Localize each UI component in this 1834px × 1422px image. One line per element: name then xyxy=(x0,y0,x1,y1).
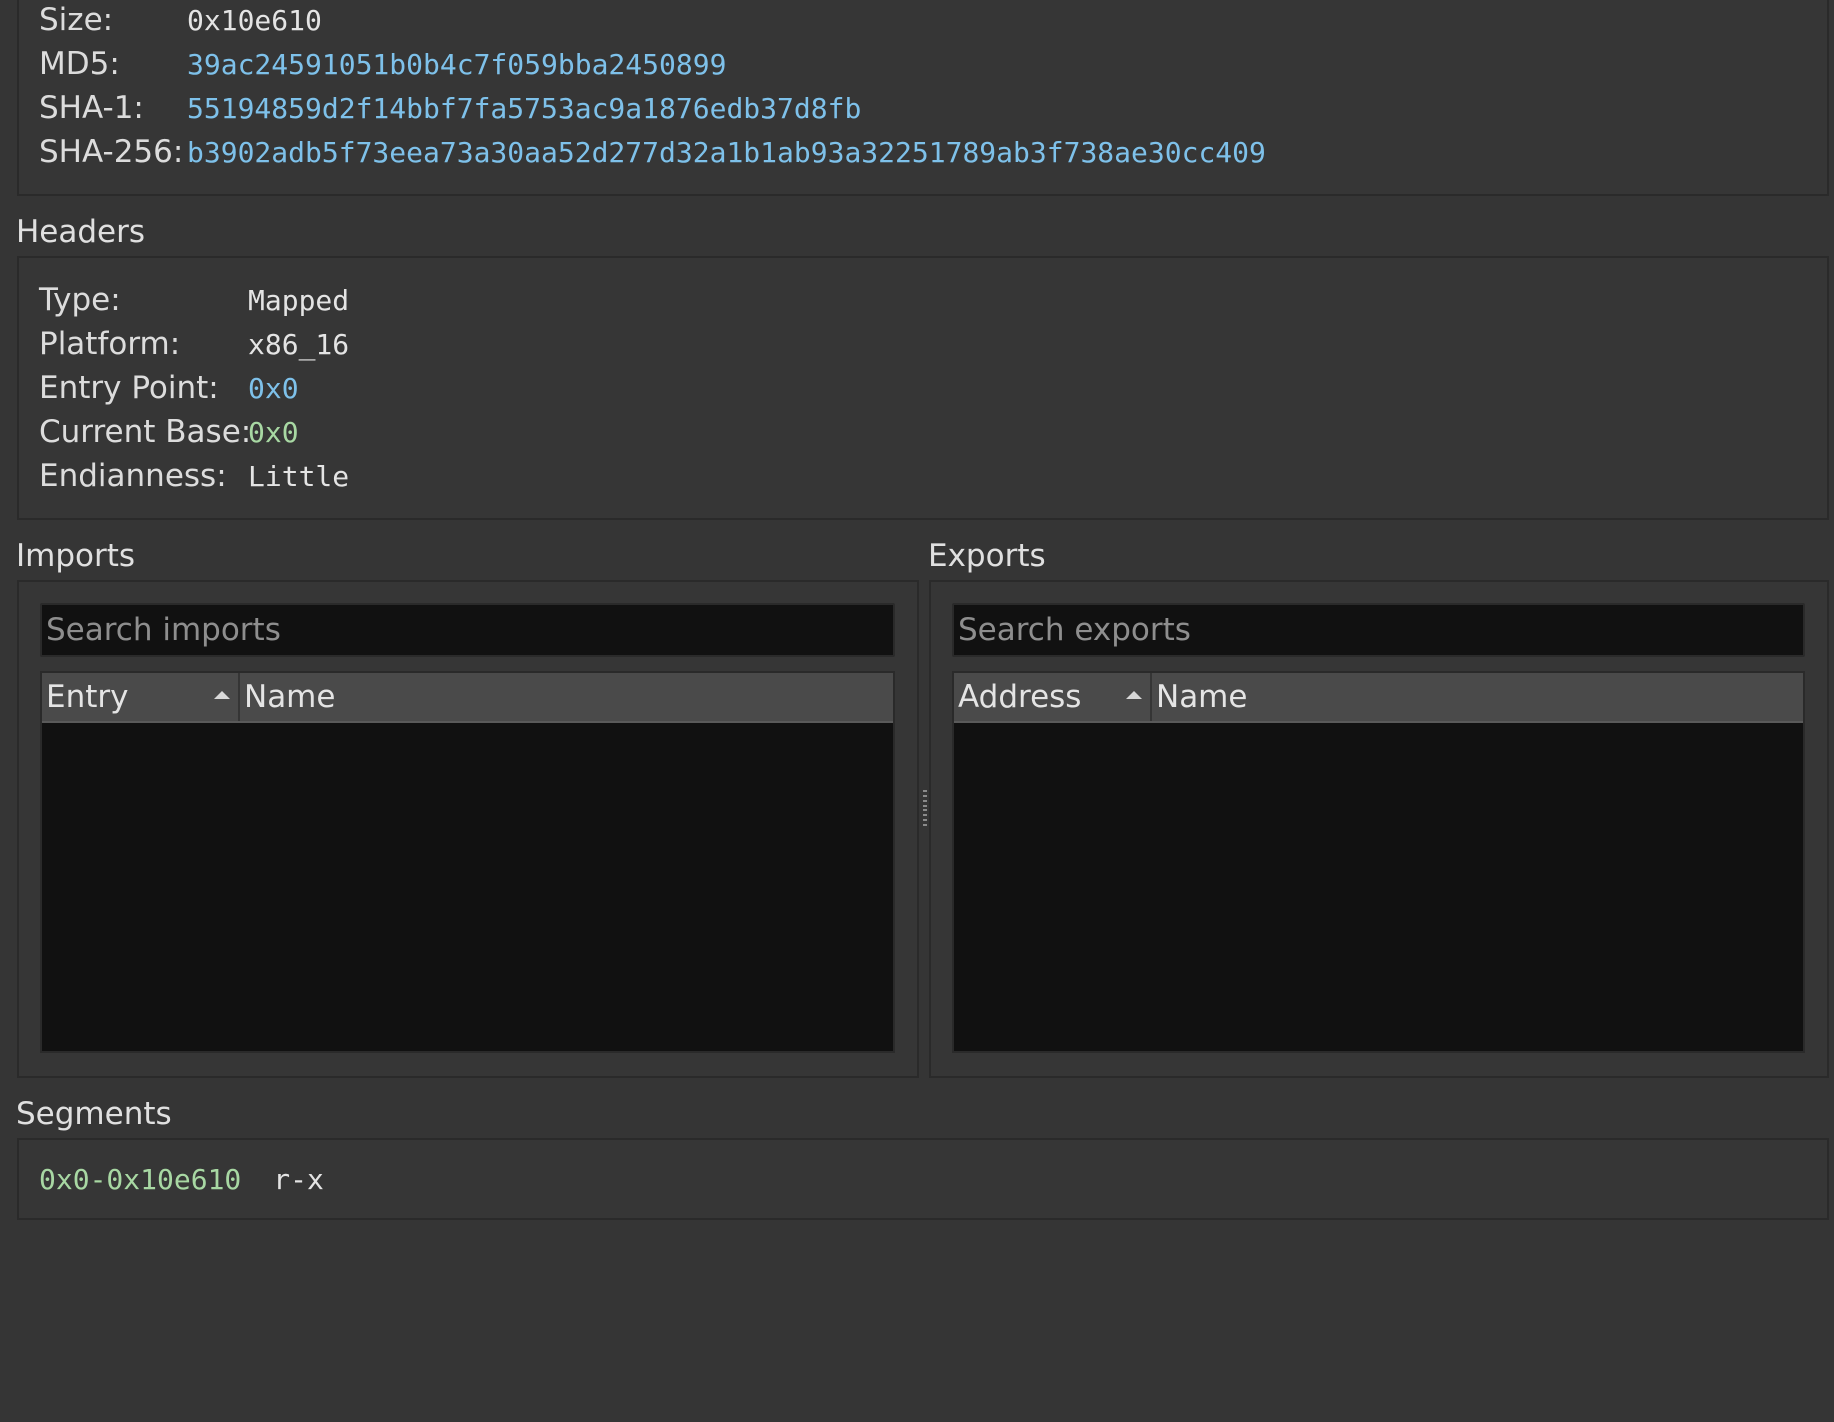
size-row: Size: 0x10e610 xyxy=(39,0,322,40)
size-label: Size: xyxy=(39,2,114,38)
imports-name-column-header[interactable]: Name xyxy=(240,673,893,721)
entry-point-label: Entry Point: xyxy=(39,370,219,406)
headers-title: Headers xyxy=(16,214,146,250)
imports-title: Imports xyxy=(16,538,136,574)
segment-range[interactable]: 0x0-0x10e610 xyxy=(39,1163,241,1196)
exports-name-column-header[interactable]: Name xyxy=(1152,673,1803,721)
sha1-value[interactable]: 55194859d2f14bbf7fa5753ac9a1876edb37d8fb xyxy=(187,92,861,125)
exports-title: Exports xyxy=(928,538,1046,574)
entry-column-header[interactable]: Entry xyxy=(42,673,240,721)
type-label: Type: xyxy=(39,282,121,318)
entry-point-value[interactable]: 0x0 xyxy=(248,372,299,405)
type-row: Type: Mapped xyxy=(39,280,349,320)
sha1-row: SHA-1: 55194859d2f14bbf7fa5753ac9a1876ed… xyxy=(39,88,861,128)
sha1-label: SHA-1: xyxy=(39,90,144,126)
address-column-header[interactable]: Address xyxy=(954,673,1152,721)
platform-label: Platform: xyxy=(39,326,181,362)
entry-column-label: Entry xyxy=(46,679,129,715)
current-base-row: Current Base: 0x0 xyxy=(39,412,299,452)
type-value: Mapped xyxy=(248,283,350,317)
endianness-label: Endianness: xyxy=(39,458,227,494)
sort-ascending-icon xyxy=(1126,691,1142,699)
imports-table-header: Entry Name xyxy=(42,673,893,723)
address-column-label: Address xyxy=(958,679,1082,715)
endianness-row: Endianness: Little xyxy=(39,456,349,496)
current-base-value[interactable]: 0x0 xyxy=(248,416,299,449)
splitter-handle[interactable] xyxy=(922,790,928,826)
md5-label: MD5: xyxy=(39,46,120,82)
platform-row: Platform: x86_16 xyxy=(39,324,349,364)
size-value[interactable]: 0x10e610 xyxy=(187,4,322,37)
segments-title: Segments xyxy=(16,1096,172,1132)
sha256-value[interactable]: b3902adb5f73eea73a30aa52d277d32a1b1ab93a… xyxy=(187,136,1266,169)
platform-value: x86_16 xyxy=(248,327,350,361)
exports-table[interactable]: Address Name xyxy=(952,671,1805,1053)
exports-name-column-label: Name xyxy=(1156,679,1248,715)
current-base-label: Current Base: xyxy=(39,414,252,450)
md5-value[interactable]: 39ac24591051b0b4c7f059bba2450899 xyxy=(187,48,726,81)
segment-row: 0x0-0x10e610 r-x xyxy=(39,1158,324,1200)
endianness-value: Little xyxy=(248,459,350,493)
sha256-label: SHA-256: xyxy=(39,134,184,170)
md5-row: MD5: 39ac24591051b0b4c7f059bba2450899 xyxy=(39,44,726,84)
search-imports-input[interactable]: Search imports xyxy=(40,603,895,657)
imports-table[interactable]: Entry Name xyxy=(40,671,895,1053)
search-exports-input[interactable]: Search exports xyxy=(952,603,1805,657)
sha256-row: SHA-256: b3902adb5f73eea73a30aa52d277d32… xyxy=(39,132,1266,172)
segment-permissions: r-x xyxy=(273,1162,324,1196)
imports-name-column-label: Name xyxy=(244,679,336,715)
sort-ascending-icon xyxy=(214,691,230,699)
exports-table-header: Address Name xyxy=(954,673,1803,723)
entry-point-row: Entry Point: 0x0 xyxy=(39,368,299,408)
